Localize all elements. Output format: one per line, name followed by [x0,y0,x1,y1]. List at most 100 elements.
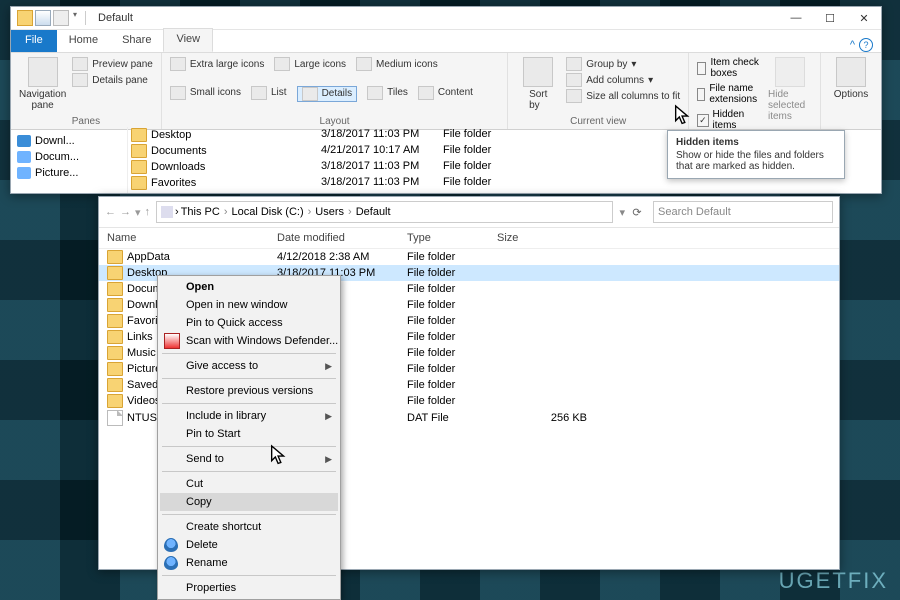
column-headers[interactable]: Name Date modified Type Size [99,228,839,249]
layout-list[interactable]: List [251,86,287,100]
titlebar: ▾ Default — ☐ ✕ [11,7,881,30]
ribbon-help[interactable]: ^ ? [850,38,873,52]
close-button[interactable]: ✕ [847,7,881,29]
ribbon-tabs: File Home Share View ^ ? [11,30,881,53]
sort-icon [523,57,553,87]
navigation-pane-button[interactable]: Navigation pane [19,57,66,111]
qat-dropdown-icon[interactable]: ▾ [71,10,79,26]
folder-icon [107,330,123,344]
layout-large[interactable]: Large icons [274,57,346,71]
ctx-rename[interactable]: Rename [160,554,338,572]
recent-button[interactable]: ▾ [135,206,141,219]
shield-icon [164,556,178,570]
hide-selected-button[interactable]: Hide selected items [768,57,812,122]
size-columns-button[interactable]: Size all columns to fit [566,89,680,103]
ctx-pin-start[interactable]: Pin to Start [160,425,338,443]
documents-icon [17,151,31,163]
folder-icon [107,282,123,296]
add-columns-button[interactable]: Add columns ▾ [566,73,680,87]
ctx-cut[interactable]: Cut [160,475,338,493]
layout-tiles[interactable]: Tiles [367,86,408,100]
ctx-open[interactable]: Open [160,278,338,296]
ribbon-group-options: Options [821,53,881,129]
search-input[interactable]: Search Default [653,201,833,223]
folder-icon [107,266,123,280]
ctx-shortcut[interactable]: Create shortcut [160,518,338,536]
folder-icon [131,176,147,190]
up-button[interactable]: ↑ [145,206,151,219]
item-check-boxes[interactable]: Item check boxes [697,57,762,79]
layout-details[interactable]: Details [297,86,358,102]
nav-tree[interactable]: Downl... Docum... Picture... [11,127,128,193]
folder-icon [107,314,123,328]
nav-item[interactable]: Downl... [11,133,127,149]
layout-extra-large[interactable]: Extra large icons [170,57,264,71]
ctx-give-access[interactable]: Give access to▶ [160,357,338,375]
group-label: Layout [170,114,499,127]
group-by-button[interactable]: Group by ▾ [566,57,680,71]
qat-props-icon[interactable] [35,10,51,26]
details-pane-button[interactable]: Details pane [72,73,153,87]
tooltip-hidden-items: Hidden items Show or hide the files and … [667,130,845,179]
pc-icon [161,206,173,218]
cursor-icon [672,104,694,130]
tab-home[interactable]: Home [57,30,110,52]
window-title: Default [92,12,779,24]
ctx-restore[interactable]: Restore previous versions [160,382,338,400]
ctx-delete[interactable]: Delete [160,536,338,554]
ctx-defender[interactable]: Scan with Windows Defender... [160,332,338,350]
folder-icon [107,378,123,392]
ctx-send-to[interactable]: Send to▶ [160,450,338,468]
folder-icon [107,362,123,376]
ctx-copy[interactable]: Copy [160,493,338,511]
download-icon [17,135,31,147]
nav-item[interactable]: Docum... [11,149,127,165]
layout-small[interactable]: Small icons [170,86,241,100]
ctx-pin-quick[interactable]: Pin to Quick access [160,314,338,332]
folder-icon [131,160,147,174]
navigation-pane-icon [28,57,58,87]
folder-icon [107,250,123,264]
pictures-icon [17,167,31,179]
ctx-include[interactable]: Include in library▶ [160,407,338,425]
refresh-button[interactable]: ⟳ [627,206,647,219]
file-icon [107,410,123,426]
folder-icon [131,128,147,142]
options-icon [836,57,866,87]
options-button[interactable]: Options [829,57,873,100]
maximize-button[interactable]: ☐ [813,7,847,29]
folder-icon [17,10,33,26]
preview-pane-icon [72,57,88,71]
tab-file[interactable]: File [11,30,57,52]
ctx-open-new[interactable]: Open in new window [160,296,338,314]
layout-medium[interactable]: Medium icons [356,57,438,71]
ribbon: Navigation pane Preview pane Details pan… [11,53,881,130]
group-label: Panes [19,114,153,127]
nav-item[interactable]: Picture... [11,165,127,181]
file-name-extensions[interactable]: File name extensions [697,83,762,105]
cursor-icon [268,444,290,470]
qat-new-icon[interactable] [53,10,69,26]
path-dropdown[interactable]: ▾ [619,206,625,219]
folder-icon [107,298,123,312]
forward-button[interactable]: → [120,206,131,219]
layout-content[interactable]: Content [418,86,473,100]
back-button[interactable]: ← [105,206,116,219]
watermark: UGETFIX [779,568,888,594]
ribbon-group-show-hide: Item check boxes File name extensions Hi… [689,53,821,129]
folder-icon [107,346,123,360]
tab-share[interactable]: Share [110,30,163,52]
ctx-properties[interactable]: Properties [160,579,338,597]
sort-by-button[interactable]: Sort by [516,57,560,111]
context-menu: Open Open in new window Pin to Quick acc… [157,275,341,600]
ribbon-group-panes: Navigation pane Preview pane Details pan… [11,53,162,129]
breadcrumb[interactable]: › This PC› Local Disk (C:)› Users› Defau… [156,201,613,223]
address-bar-row: ← → ▾ ↑ › This PC› Local Disk (C:)› User… [99,197,839,228]
list-row[interactable]: AppData4/12/2018 2:38 AMFile folder [99,249,839,265]
tab-view[interactable]: View [163,28,213,52]
minimize-button[interactable]: — [779,7,813,29]
explorer-window-list: ← → ▾ ↑ › This PC› Local Disk (C:)› User… [98,196,840,570]
folder-icon [131,144,147,158]
shield-icon [164,538,178,552]
preview-pane-button[interactable]: Preview pane [72,57,153,71]
